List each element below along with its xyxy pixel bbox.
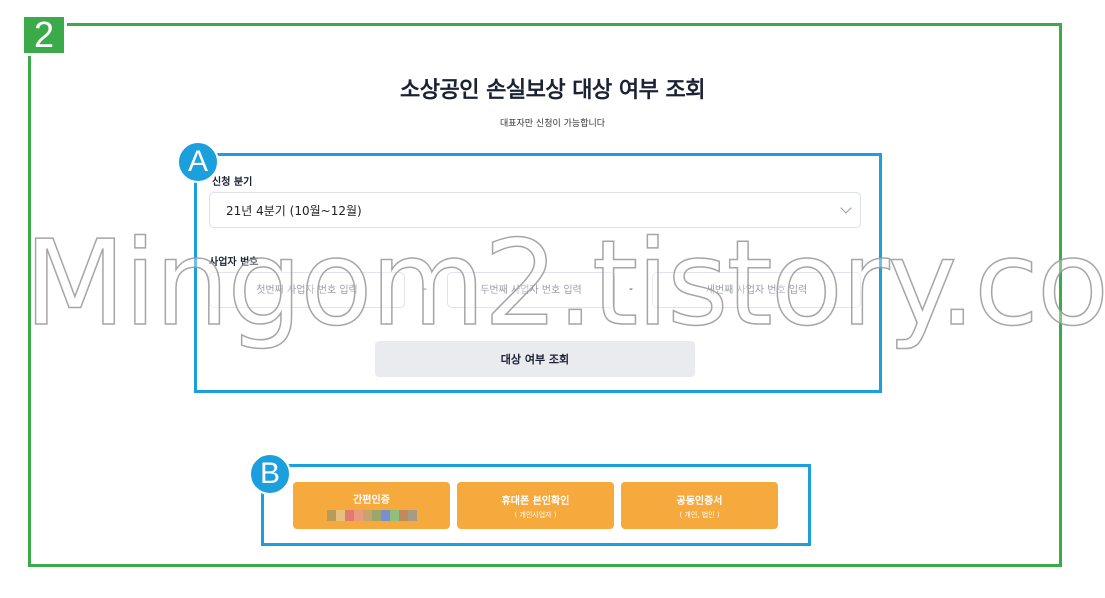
joint-certificate-label: 공동인증서 xyxy=(676,495,723,507)
quarter-select[interactable]: 21년 4분기 (10월~12월) xyxy=(209,192,861,228)
phone-verification-label: 휴대폰 본인확인 xyxy=(501,495,570,507)
step-number-badge: 2 xyxy=(21,14,67,56)
quarter-label: 신청 분기 xyxy=(212,177,253,188)
auth-provider-icon xyxy=(398,509,408,521)
business-number-label: 사업자 번호 xyxy=(209,257,259,268)
auth-provider-icon xyxy=(380,509,390,521)
separator-dash: - xyxy=(629,282,633,295)
auth-provider-icon xyxy=(407,509,417,521)
page-title: 소상공인 손실보상 대상 여부 조회 xyxy=(400,78,706,103)
joint-certificate-button[interactable]: 공동인증서 ( 개인, 법인 ) xyxy=(621,482,778,529)
joint-certificate-sub: ( 개인, 법인 ) xyxy=(679,510,720,519)
page-subtitle: 대표자만 신청이 가능합니다 xyxy=(499,119,606,129)
business-number-second-input[interactable] xyxy=(447,272,615,308)
auth-provider-icon xyxy=(326,509,336,521)
simple-auth-button[interactable]: 간편인증 xyxy=(293,482,450,529)
auth-provider-icon xyxy=(335,509,345,521)
phone-verification-sub: ( 개인사업자 ) xyxy=(514,510,557,519)
auth-provider-icon xyxy=(344,509,354,521)
auth-provider-icon xyxy=(389,509,399,521)
auth-provider-icon xyxy=(371,509,381,521)
auth-provider-icon xyxy=(362,509,372,521)
phone-verification-button[interactable]: 휴대폰 본인확인 ( 개인사업자 ) xyxy=(457,482,614,529)
eligibility-query-button[interactable]: 대상 여부 조회 xyxy=(375,341,695,377)
chevron-down-icon xyxy=(840,202,852,214)
separator-dash: - xyxy=(423,282,427,295)
business-number-third-input[interactable] xyxy=(652,272,861,308)
business-number-first-input[interactable] xyxy=(209,272,405,308)
simple-auth-label: 간편인증 xyxy=(353,494,390,506)
section-b-label: B xyxy=(249,453,291,495)
auth-provider-icons xyxy=(326,509,417,521)
auth-provider-icon xyxy=(353,509,363,521)
quarter-selected-value: 21년 4분기 (10월~12월) xyxy=(226,203,362,218)
